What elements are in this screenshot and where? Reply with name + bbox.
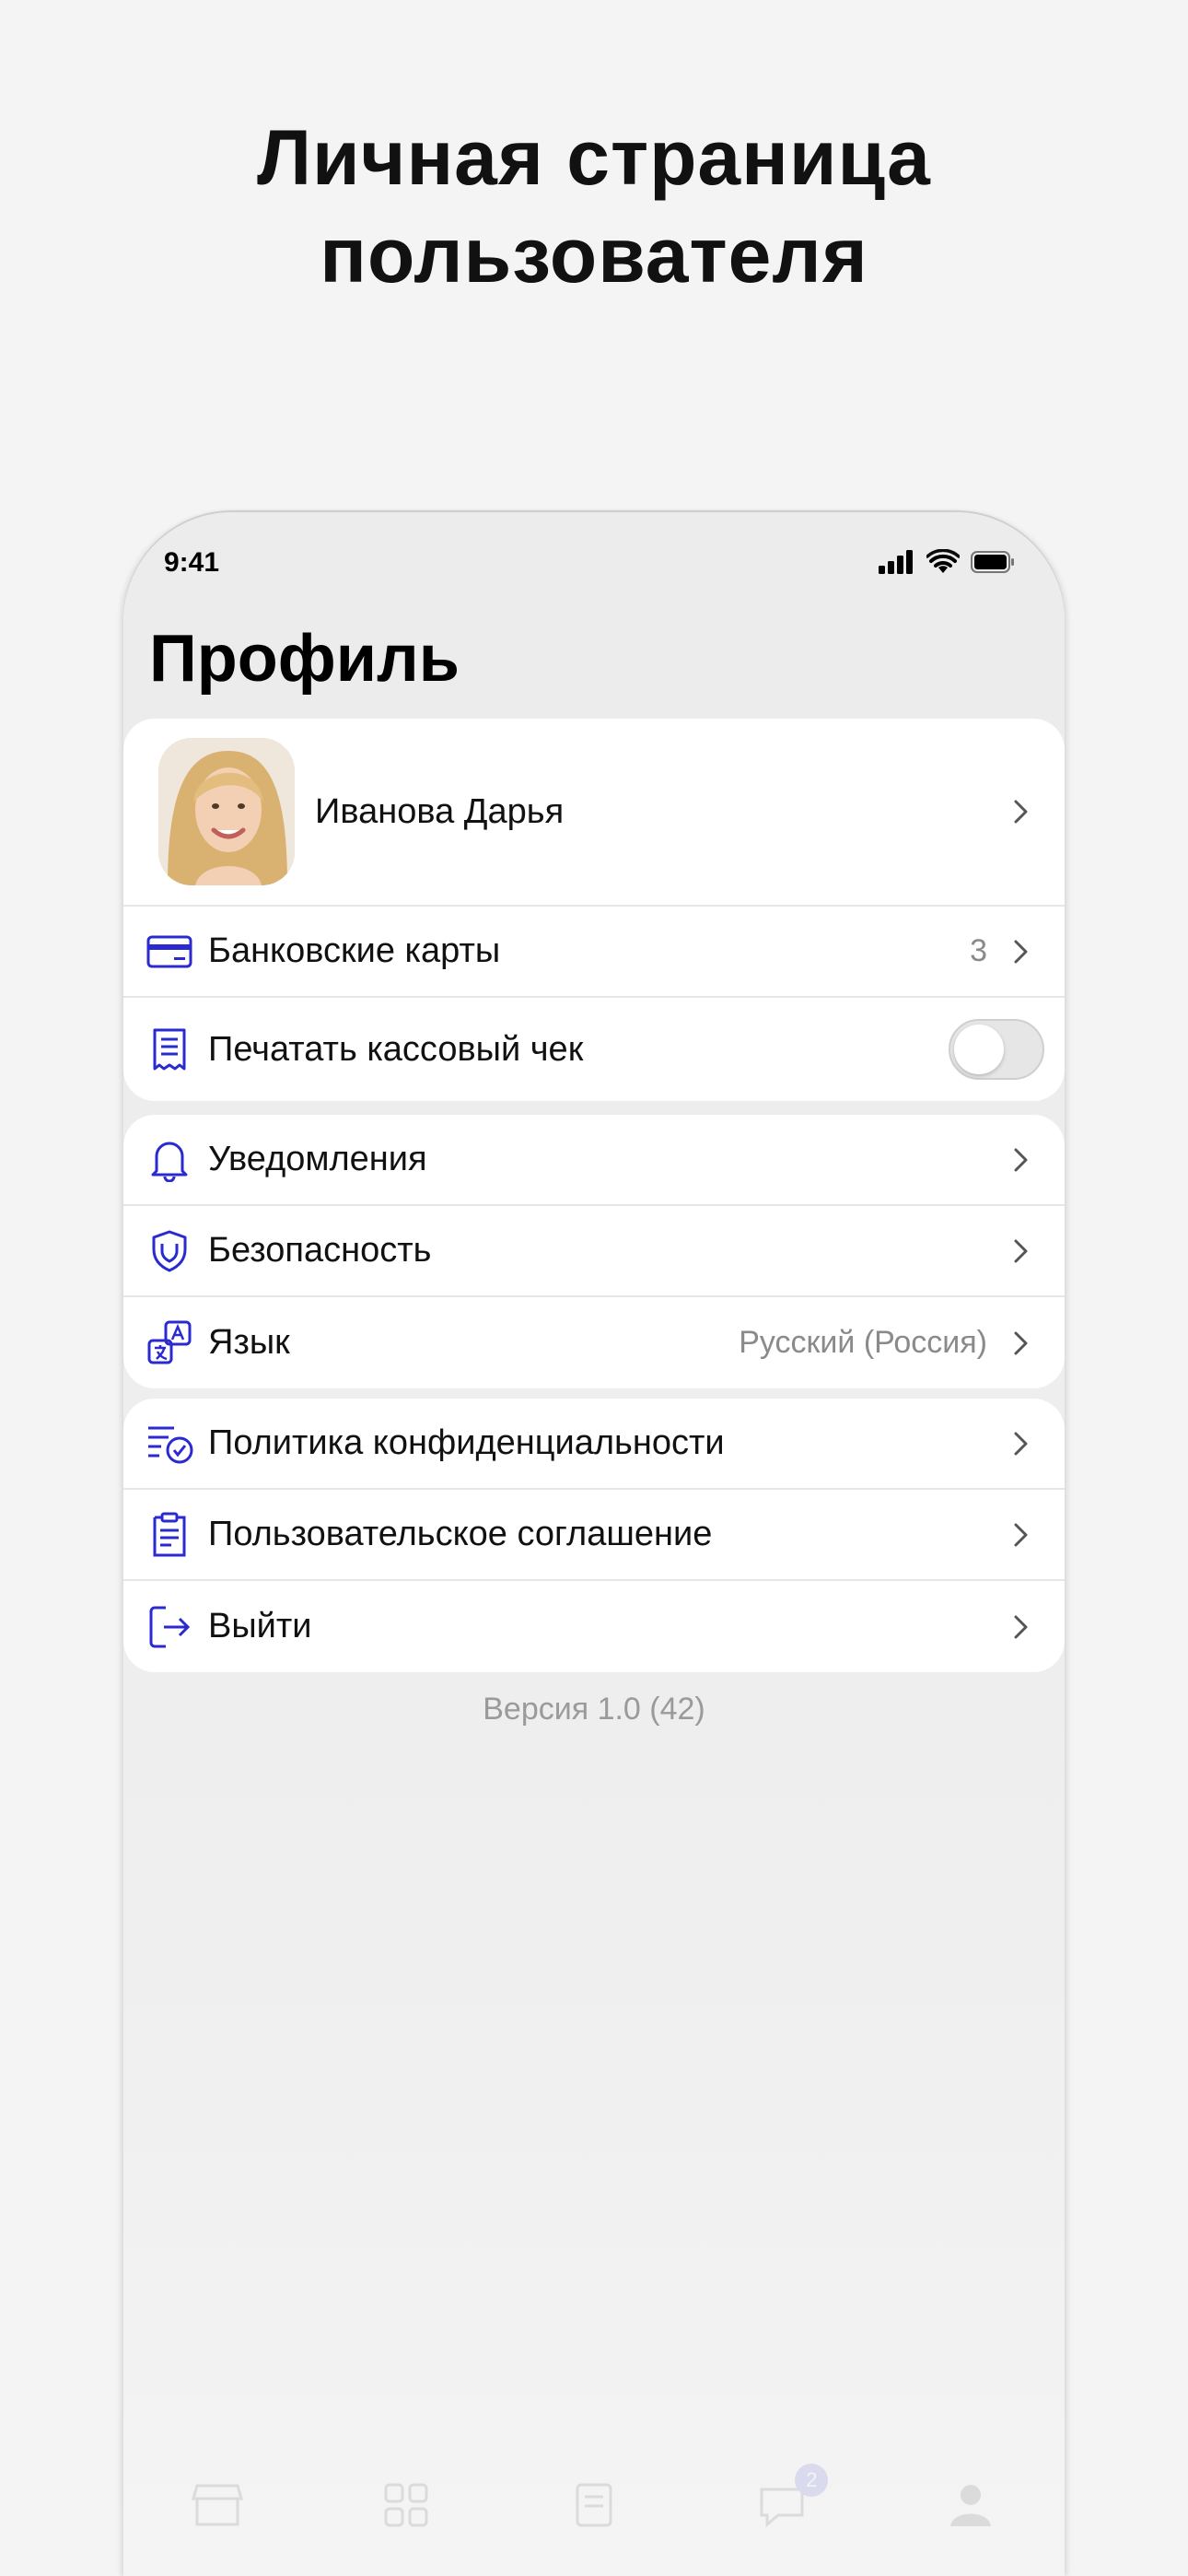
wifi-icon [926, 549, 960, 573]
tab-bar: 2 [123, 2429, 1065, 2576]
privacy-policy-label: Политика конфиденциальности [208, 1423, 725, 1462]
legal-card: Политика конфиденциальности Пользователь… [123, 1399, 1065, 1672]
bell-icon [123, 1138, 208, 1182]
chevron-right-icon [1000, 1431, 1042, 1457]
orders-icon [576, 2483, 612, 2527]
security-row[interactable]: Безопасность [123, 1206, 1065, 1297]
tab-chat[interactable]: 2 [727, 2464, 837, 2528]
security-label: Безопасность [208, 1231, 432, 1270]
profile-name: Иванова Дарья [315, 791, 565, 831]
bank-cards-row[interactable]: Банковские карты 3 [123, 907, 1065, 998]
grid-icon [384, 2483, 428, 2527]
credit-card-icon [123, 935, 208, 968]
phone-frame: 9:41 Профиль Иванова Дарья Банковские ка… [123, 512, 1065, 2576]
language-row[interactable]: Язык Русский (Россия) [123, 1297, 1065, 1388]
language-label: Язык [208, 1323, 290, 1362]
promo-headline: Личная страница пользователя [0, 109, 1188, 304]
chevron-right-icon [1000, 799, 1042, 825]
notifications-row[interactable]: Уведомления [123, 1115, 1065, 1206]
user-agreement-row[interactable]: Пользовательское соглашение [123, 1490, 1065, 1581]
print-receipt-label: Печатать кассовый чек [208, 1029, 584, 1069]
chevron-right-icon [1000, 1147, 1042, 1173]
battery-icon [971, 551, 1014, 573]
translate-icon [123, 1320, 208, 1366]
chat-badge: 2 [795, 2464, 829, 2497]
bank-cards-count: 3 [970, 933, 987, 968]
headline-line-1: Личная страница [257, 114, 931, 201]
logout-icon [123, 1604, 208, 1650]
user-agreement-label: Пользовательское соглашение [208, 1515, 713, 1553]
user-avatar [158, 738, 295, 885]
settings-card: Уведомления Безопасность Язык Русский (Р… [123, 1115, 1065, 1388]
tab-catalog[interactable] [351, 2482, 461, 2528]
chevron-right-icon [1000, 1238, 1042, 1264]
tab-profile[interactable] [915, 2482, 1026, 2528]
profile-card: Иванова Дарья Банковские карты 3 Печатат… [123, 719, 1065, 1101]
receipt-icon [123, 1027, 208, 1071]
logout-row[interactable]: Выйти [123, 1581, 1065, 1672]
chevron-right-icon [1000, 1614, 1042, 1640]
logout-label: Выйти [208, 1607, 312, 1645]
headline-line-2: пользователя [320, 212, 868, 299]
notifications-label: Уведомления [208, 1140, 427, 1178]
tab-shop[interactable] [162, 2482, 273, 2528]
cellular-signal-icon [879, 550, 913, 574]
chevron-right-icon [1000, 939, 1042, 965]
chevron-right-icon [1000, 1522, 1042, 1548]
shop-icon [192, 2484, 244, 2526]
profile-row[interactable]: Иванова Дарья [123, 719, 1065, 907]
privacy-policy-icon [123, 1423, 208, 1465]
user-icon [949, 2485, 991, 2526]
print-receipt-row: Печатать кассовый чек [123, 998, 1065, 1101]
screen-title: Профиль [149, 622, 460, 696]
app-version: Версия 1.0 (42) [483, 1692, 705, 1727]
privacy-policy-row[interactable]: Политика конфиденциальности [123, 1399, 1065, 1490]
bank-cards-label: Банковские карты [208, 931, 501, 970]
shield-icon [123, 1229, 208, 1273]
chevron-right-icon [1000, 1330, 1042, 1356]
status-time: 9:41 [164, 547, 220, 578]
document-icon [123, 1512, 208, 1558]
language-value: Русский (Россия) [739, 1325, 987, 1360]
status-icons [879, 549, 1015, 575]
tab-orders[interactable] [539, 2482, 649, 2528]
status-bar: 9:41 [123, 512, 1065, 614]
toggle-knob [954, 1025, 1004, 1074]
print-receipt-toggle[interactable] [949, 1019, 1044, 1080]
